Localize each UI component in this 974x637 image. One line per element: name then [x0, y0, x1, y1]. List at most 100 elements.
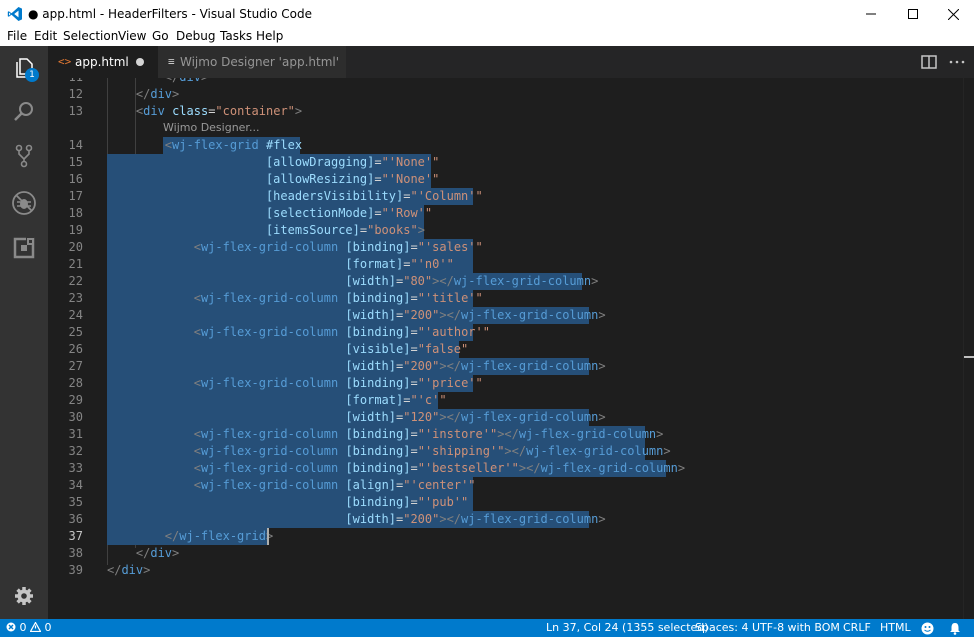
menu-edit[interactable]: Edit	[34, 29, 57, 43]
source-control-button[interactable]	[0, 134, 48, 178]
code-text: <wj-flex-grid-column [align]="'center'"	[193, 478, 476, 492]
code-text: <wj-flex-grid-column [binding]="'shippin…	[193, 444, 671, 458]
line-number: 16	[68, 172, 83, 186]
debug-button[interactable]	[0, 181, 48, 225]
code-line: 30 [width]="120"></wj-flex-grid-column>	[48, 409, 963, 426]
line-number: 15	[68, 155, 83, 169]
tab-label: Wijmo Designer 'app.html'	[180, 55, 340, 69]
code-text: <wj-flex-grid-column [binding]="'bestsel…	[193, 461, 686, 475]
eol-setting[interactable]: CRLF	[843, 621, 871, 634]
code-text: [width]="200"></wj-flex-grid-column>	[345, 512, 606, 526]
code-line: 28 <wj-flex-grid-column [binding]="'pric…	[48, 375, 963, 392]
line-number: 30	[68, 410, 83, 424]
code-line: 32 <wj-flex-grid-column [binding]="'ship…	[48, 443, 963, 460]
line-number: 14	[68, 138, 83, 152]
unsaved-dot-icon[interactable]	[136, 58, 144, 66]
code-text: <wj-flex-grid-column [binding]="'instore…	[193, 427, 664, 441]
code-text: [itemsSource]="books">	[265, 223, 425, 237]
code-text: <div class="container">	[135, 104, 303, 118]
debug-icon	[12, 191, 36, 215]
line-number: 27	[68, 359, 83, 373]
scrollbar-cursor-marker	[964, 356, 974, 358]
notifications-bell-icon[interactable]	[949, 622, 961, 635]
minimize-button[interactable]	[848, 0, 894, 28]
code-line: 13 <div class="container">	[48, 103, 963, 120]
code-line: 26 [visible]="false"	[48, 341, 963, 358]
code-line: 11 </div>	[48, 78, 963, 86]
code-text: [format]="'n0'"	[345, 257, 454, 271]
activity-bar: 1	[0, 46, 48, 619]
line-number: 26	[68, 342, 83, 356]
line-number: 38	[68, 546, 83, 560]
window-title: ● app.html - HeaderFilters - Visual Stud…	[28, 7, 312, 21]
code-text: [allowResizing]="'None'"	[265, 172, 440, 186]
code-text: [headersVisibility]="'Column'"	[265, 189, 483, 203]
vscode-logo-icon	[7, 7, 22, 21]
code-text: [selectionMode]="'Row'"	[265, 206, 433, 220]
more-actions-icon[interactable]	[948, 53, 966, 71]
line-number: 37	[68, 529, 83, 543]
code-text: </div>	[107, 563, 151, 577]
code-line: 14 <wj-flex-grid #flex	[48, 137, 963, 154]
code-line: 25 <wj-flex-grid-column [binding]="'auth…	[48, 324, 963, 341]
minimize-icon	[866, 13, 876, 15]
code-text: [allowDragging]="'None'"	[265, 155, 440, 169]
feedback-smiley-icon[interactable]	[921, 622, 934, 635]
search-icon	[14, 102, 33, 121]
preview-file-icon: ≡	[168, 55, 175, 68]
code-text: [visible]="false"	[345, 342, 469, 356]
code-line: 22 [width]="80"></wj-flex-grid-column>	[48, 273, 963, 290]
html-file-icon: <>	[58, 55, 72, 68]
line-number: 29	[68, 393, 83, 407]
line-number: 33	[68, 461, 83, 475]
search-button[interactable]	[0, 90, 48, 134]
explorer-badge: 1	[25, 68, 39, 82]
indentation-setting[interactable]: Spaces: 4	[695, 621, 748, 634]
line-number: 12	[68, 87, 83, 101]
line-number: 20	[68, 240, 83, 254]
line-number: 35	[68, 495, 83, 509]
cursor-position[interactable]: Ln 37, Col 24 (1355 selected)	[546, 621, 709, 634]
menu-view[interactable]: View	[118, 29, 146, 43]
code-text: <wj-flex-grid-column [binding]="'price'"	[193, 376, 483, 390]
menu-selection[interactable]: Selection	[63, 29, 118, 43]
code-text: [binding]="'pub'"	[345, 495, 469, 509]
menu-tasks[interactable]: Tasks	[220, 29, 252, 43]
encoding-setting[interactable]: UTF-8 with BOM	[752, 621, 840, 634]
menu-bar: File Edit Selection View Go Debug Tasks …	[0, 28, 974, 46]
code-line: 27 [width]="200"></wj-flex-grid-column>	[48, 358, 963, 375]
warning-count: 0	[44, 621, 52, 634]
code-line: 17 [headersVisibility]="'Column'"	[48, 188, 963, 205]
line-number: 19	[68, 223, 83, 237]
split-editor-icon[interactable]	[920, 53, 938, 71]
code-line: 29 [format]="'c'"	[48, 392, 963, 409]
code-text: [width]="200"></wj-flex-grid-column>	[345, 359, 606, 373]
line-number: 11	[48, 78, 83, 86]
settings-button[interactable]	[0, 574, 48, 618]
menu-file[interactable]: File	[7, 29, 27, 43]
extensions-button[interactable]	[0, 226, 48, 270]
line-number: 34	[68, 478, 83, 492]
tab-wijmo-designer[interactable]: ≡ Wijmo Designer 'app.html'	[158, 46, 346, 78]
menu-help[interactable]: Help	[256, 29, 283, 43]
tab-bar: <> app.html ≡ Wijmo Designer 'app.html'	[48, 46, 974, 78]
code-line: 15 [allowDragging]="'None'"	[48, 154, 963, 171]
close-button[interactable]	[930, 0, 974, 28]
line-number: 23	[68, 291, 83, 305]
code-editor[interactable]: Wijmo Designer... 11 </div> 12 </div> 13…	[48, 78, 974, 619]
language-mode[interactable]: HTML	[880, 621, 911, 634]
text-cursor	[267, 528, 269, 545]
problems-indicator[interactable]: 0 0	[6, 621, 52, 634]
menu-go[interactable]: Go	[152, 29, 169, 43]
wijmo-designer-codelens[interactable]: Wijmo Designer...	[163, 121, 259, 134]
code-text: [format]="'c'"	[345, 393, 447, 407]
gear-icon	[15, 587, 33, 605]
code-text: <wj-flex-grid-column [binding]="'sales'"	[193, 240, 483, 254]
code-text: [width]="80"></wj-flex-grid-column>	[345, 274, 599, 288]
explorer-button[interactable]: 1	[0, 46, 48, 90]
menu-debug[interactable]: Debug	[176, 29, 215, 43]
vertical-scrollbar[interactable]	[963, 78, 974, 619]
tab-app-html[interactable]: <> app.html	[48, 46, 158, 78]
code-line: 34 <wj-flex-grid-column [align]="'center…	[48, 477, 963, 494]
code-line: 35 [binding]="'pub'"	[48, 494, 963, 511]
